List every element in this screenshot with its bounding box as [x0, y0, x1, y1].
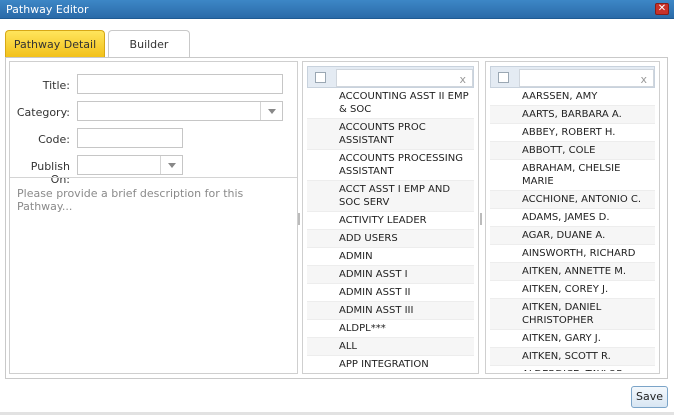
people-list-header: x: [490, 66, 655, 88]
clear-search-icon[interactable]: x: [459, 73, 466, 86]
list-item[interactable]: ACCT ASST I EMP AND SOC SERV: [307, 181, 474, 212]
list-item[interactable]: ALDERDICE, TAYLOR: [490, 366, 655, 371]
list-item[interactable]: ADMIN: [307, 248, 474, 266]
description-textarea[interactable]: Please provide a brief description for t…: [10, 177, 297, 373]
title-input[interactable]: [77, 74, 283, 94]
positions-list-panel: x ACCOUNTING ASST II EMP & SOC ACCOUNTS P…: [302, 61, 479, 374]
select-all-people-checkbox[interactable]: [498, 72, 509, 83]
window-titlebar: Pathway Editor ✕: [0, 0, 674, 19]
chevron-down-icon[interactable]: [260, 102, 282, 120]
positions-search-input[interactable]: x: [336, 69, 473, 87]
code-label: Code:: [38, 133, 70, 146]
list-item[interactable]: ADMIN ASST I: [307, 266, 474, 284]
description-placeholder: Please provide a brief description for t…: [17, 187, 244, 213]
people-list-panel: x AARSSEN, AMY AARTS, BARBARA A. ABBEY, RO…: [485, 61, 660, 374]
positions-list-header: x: [307, 66, 474, 88]
list-item[interactable]: ACCOUNTING ASST II EMP & SOC: [307, 88, 474, 119]
list-item[interactable]: ACCHIONE, ANTONIO C.: [490, 191, 655, 209]
category-label: Category:: [16, 106, 70, 119]
code-input[interactable]: [77, 128, 183, 148]
list-item[interactable]: APP INTEGRATION SPECIALIST(IT): [307, 356, 474, 371]
list-item[interactable]: AARTS, BARBARA A.: [490, 106, 655, 124]
chevron-down-icon[interactable]: [160, 156, 182, 174]
pathway-detail-form: Title: Category: Code: Publish On: Pleas…: [9, 61, 298, 374]
clear-search-icon[interactable]: x: [640, 73, 647, 86]
list-item[interactable]: ACTIVITY LEADER: [307, 212, 474, 230]
select-all-positions-checkbox[interactable]: [315, 72, 326, 83]
list-item[interactable]: AITKEN, GARY J.: [490, 330, 655, 348]
tab-builder[interactable]: Builder: [108, 30, 190, 57]
list-item[interactable]: ABBEY, ROBERT H.: [490, 124, 655, 142]
people-search-input[interactable]: x: [519, 69, 654, 87]
positions-list: ACCOUNTING ASST II EMP & SOC ACCOUNTS PRO…: [307, 88, 474, 371]
list-item[interactable]: ABRAHAM, CHELSIE MARIE: [490, 160, 655, 191]
people-list: AARSSEN, AMY AARTS, BARBARA A. ABBEY, ROBE…: [490, 88, 655, 371]
category-select[interactable]: [77, 101, 283, 121]
list-item[interactable]: ADD USERS: [307, 230, 474, 248]
list-item[interactable]: ALDPL***: [307, 320, 474, 338]
list-item[interactable]: ABBOTT, COLE: [490, 142, 655, 160]
list-item[interactable]: AGAR, DUANE A.: [490, 227, 655, 245]
list-item[interactable]: AITKEN, COREY J.: [490, 281, 655, 299]
window-title: Pathway Editor: [6, 3, 89, 16]
tab-pathway-detail[interactable]: Pathway Detail: [5, 30, 105, 57]
list-item[interactable]: ADMIN ASST III: [307, 302, 474, 320]
publish-on-select[interactable]: [77, 155, 183, 175]
splitter-handle[interactable]: [298, 213, 300, 225]
list-item[interactable]: AITKEN, SCOTT R.: [490, 348, 655, 366]
list-item[interactable]: ACCOUNTS PROC ASSISTANT: [307, 119, 474, 150]
splitter-handle[interactable]: [480, 213, 482, 225]
list-item[interactable]: AITKEN, ANNETTE M.: [490, 263, 655, 281]
title-label: Title:: [42, 79, 70, 92]
list-item[interactable]: ADMIN ASST II: [307, 284, 474, 302]
list-item[interactable]: ALL: [307, 338, 474, 356]
list-item[interactable]: ADAMS, JAMES D.: [490, 209, 655, 227]
save-button[interactable]: Save: [631, 386, 668, 408]
list-item[interactable]: AITKEN, DANIEL CHRISTOPHER: [490, 299, 655, 330]
list-item[interactable]: AINSWORTH, RICHARD: [490, 245, 655, 263]
list-item[interactable]: AARSSEN, AMY: [490, 88, 655, 106]
close-icon[interactable]: ✕: [655, 3, 669, 15]
list-item[interactable]: ACCOUNTS PROCESSING ASSISTANT: [307, 150, 474, 181]
